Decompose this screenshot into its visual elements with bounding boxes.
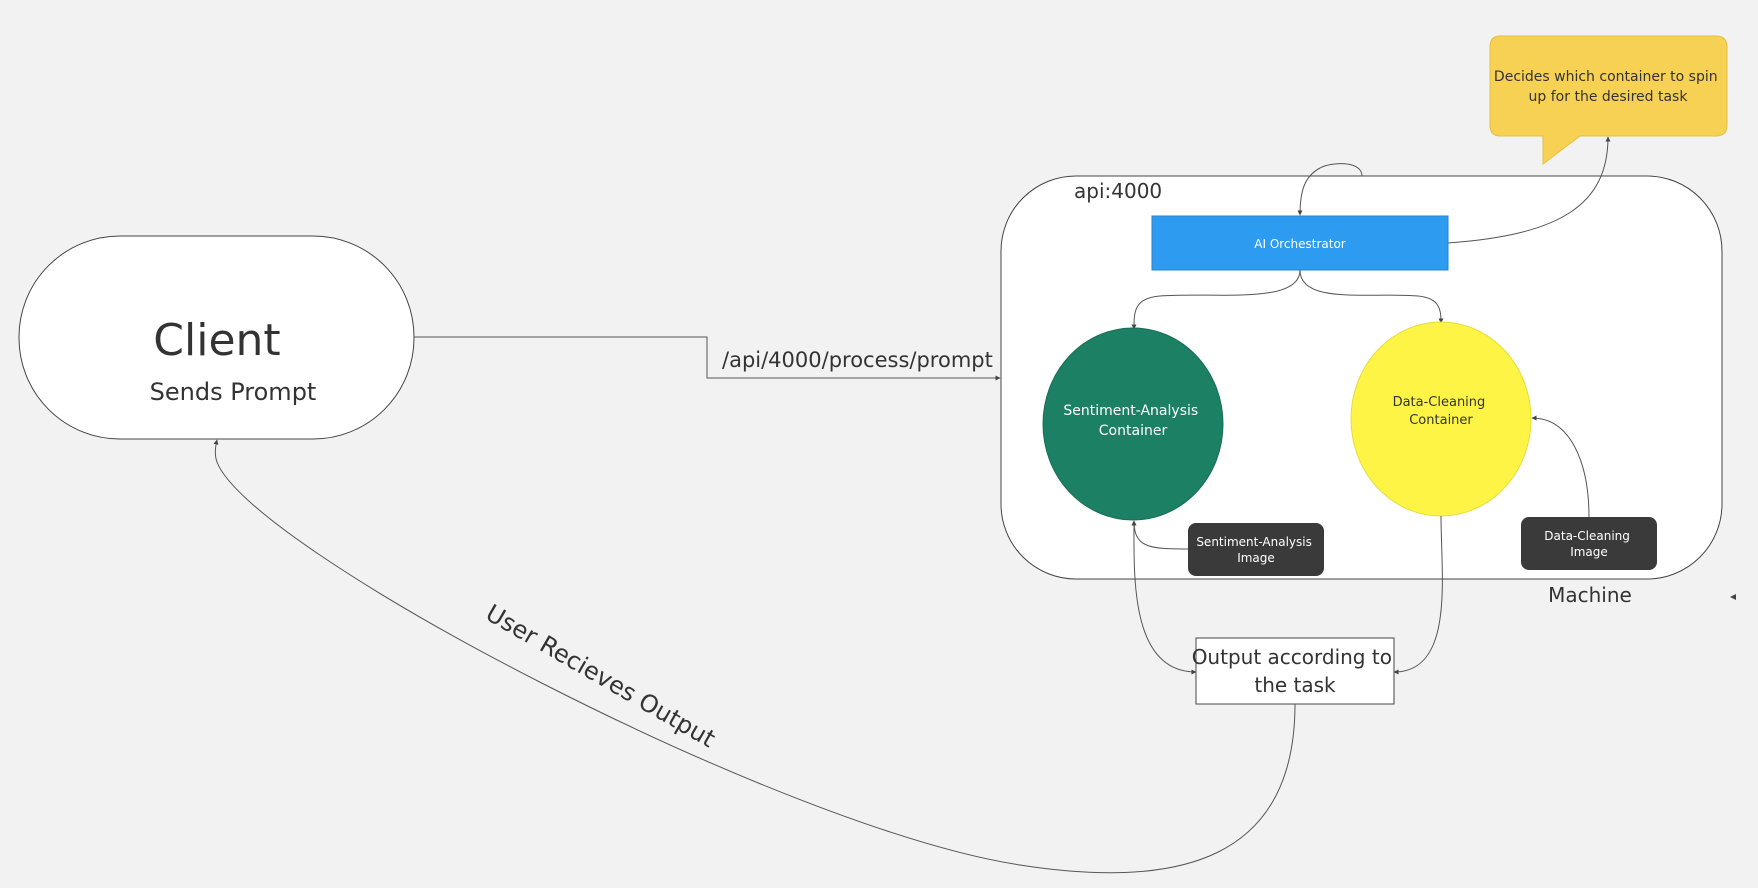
sticky-note-line: Decides which container to spin bbox=[1494, 69, 1718, 85]
diagram-canvas: api:4000 Machine Client Sends Prompt /ap… bbox=[18, 35, 1736, 874]
client-subtitle: Sends Prompt bbox=[150, 378, 317, 406]
sentiment-container-line: Sentiment-Analysis bbox=[1063, 403, 1198, 419]
cleaning-image-node[interactable] bbox=[1521, 517, 1657, 570]
stray-arrow-icon bbox=[1730, 594, 1736, 600]
sentiment-image-node[interactable] bbox=[1188, 523, 1324, 576]
output-line: Output according to bbox=[1192, 645, 1392, 669]
sentiment-image-line: Image bbox=[1237, 551, 1275, 565]
sentiment-image-line: Sentiment-Analysis bbox=[1196, 535, 1312, 549]
cleaning-image-line: Data-Cleaning bbox=[1544, 529, 1630, 543]
client-title: Client bbox=[153, 315, 280, 366]
sentiment-container-line: Container bbox=[1099, 423, 1168, 439]
sticky-note-line: up for the desired task bbox=[1529, 89, 1689, 105]
machine-caption: Machine bbox=[1548, 583, 1632, 607]
cleaning-container-line: Data-Cleaning bbox=[1393, 395, 1486, 410]
request-label: /api/4000/process/prompt bbox=[722, 348, 993, 372]
cleaning-image-line: Image bbox=[1570, 545, 1608, 559]
machine-port-label: api:4000 bbox=[1074, 179, 1162, 203]
return-label: User Recieves Output bbox=[481, 599, 720, 753]
orchestrator-label: AI Orchestrator bbox=[1254, 237, 1346, 251]
cleaning-container-line: Container bbox=[1409, 413, 1473, 428]
output-line: the task bbox=[1254, 673, 1336, 697]
